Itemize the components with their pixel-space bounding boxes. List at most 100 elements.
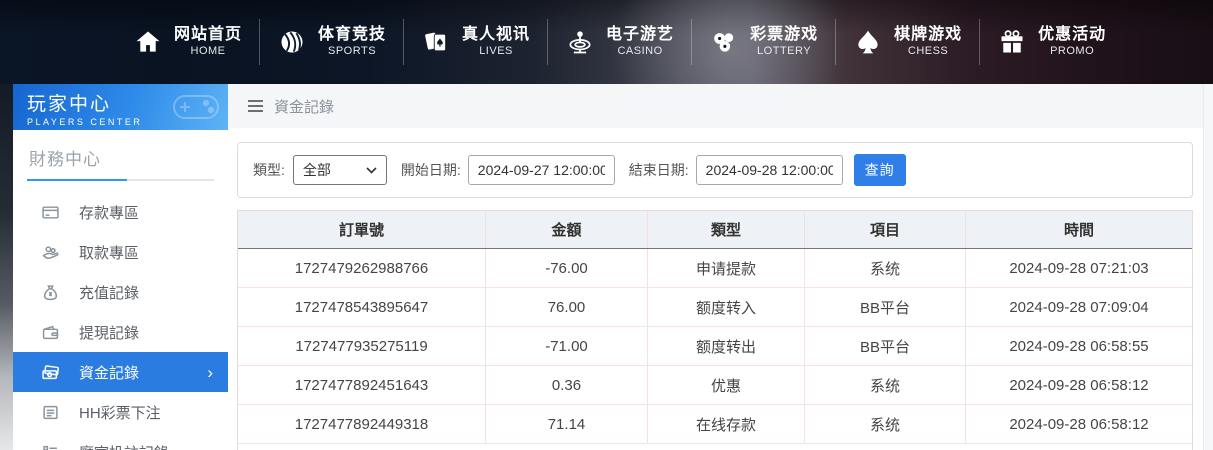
sidebar-item-label: 提現記錄 bbox=[79, 324, 140, 342]
document-list-icon bbox=[41, 403, 59, 421]
sidebar-item-recharge-record[interactable]: 充值記錄 bbox=[13, 272, 228, 312]
type-select[interactable]: 全部 bbox=[292, 155, 387, 185]
nav-label-en: LOTTERY bbox=[757, 45, 812, 58]
gamepad-icon bbox=[170, 88, 222, 130]
cell-item: 系统 bbox=[805, 405, 966, 444]
sidebar-item-withdraw-zone[interactable]: 取款專區 bbox=[13, 232, 228, 272]
funds-record-page: 网站首页 HOME 体育竞技 SPORTS 真人视讯 LIVES 电子游艺 CA… bbox=[0, 0, 1213, 450]
cell-item: BB平台 bbox=[805, 327, 966, 366]
nav-label-en: LIVES bbox=[479, 45, 513, 58]
cell-order-no: 1727478543895647 bbox=[238, 288, 486, 327]
cell-time: 2024-09-28 07:21:03 bbox=[966, 249, 1192, 288]
sidebar-section-title: 財務中心 bbox=[29, 150, 101, 169]
sidebar-item-funds-record[interactable]: 資金記錄 › bbox=[13, 352, 228, 392]
breadcrumb: 資金記錄 bbox=[228, 84, 1213, 128]
sidebar-header: 玩家中心 PLAYERS CENTER bbox=[13, 84, 228, 130]
sidebar-item-room-bet-record[interactable]: 廳室投註記錄 bbox=[13, 432, 228, 450]
cell-order-no: 1727477935275119 bbox=[238, 327, 486, 366]
cell-amount: -71.00 bbox=[486, 327, 648, 366]
column-header-time: 時間 bbox=[1063, 222, 1094, 239]
search-button[interactable]: 查詢 bbox=[853, 154, 906, 186]
banknotes-icon bbox=[41, 363, 59, 381]
wallet-icon bbox=[41, 323, 59, 341]
cell-amount: 71.14 bbox=[486, 405, 648, 444]
nav-label-zh: 电子游艺 bbox=[606, 26, 675, 44]
table-row: 1727477892451643 0.36 优惠 系统 2024-09-28 0… bbox=[238, 366, 1192, 405]
table-row: 1727478543895647 76.00 额度转入 BB平台 2024-09… bbox=[238, 288, 1192, 327]
column-header-type: 類型 bbox=[648, 211, 805, 248]
sidebar-item-hh-lottery-bets[interactable]: HH彩票下注 bbox=[13, 392, 228, 432]
type-label: 類型: bbox=[253, 162, 285, 178]
nav-item-sports[interactable]: 体育竞技 SPORTS bbox=[260, 19, 405, 65]
gift-icon bbox=[997, 27, 1027, 57]
nav-label-zh: 网站首页 bbox=[174, 26, 243, 44]
nav-label-en: HOME bbox=[190, 45, 226, 58]
cell-order-no: 1727479262988766 bbox=[238, 249, 486, 288]
cell-type: 申请提款 bbox=[648, 249, 805, 288]
page-title: 資金記錄 bbox=[274, 98, 335, 116]
table-row: 1727477892449318 71.14 在线存款 系统 2024-09-2… bbox=[238, 405, 1192, 444]
nav-label-zh: 优惠活动 bbox=[1038, 26, 1107, 44]
sidebar-item-label: HH彩票下注 bbox=[79, 404, 161, 422]
nav-label-en: PROMO bbox=[1050, 45, 1095, 58]
page-background-strip bbox=[0, 84, 13, 450]
nav-item-promo[interactable]: 优惠活动 PROMO bbox=[980, 19, 1123, 65]
sidebar-item-label: 存款專區 bbox=[79, 204, 140, 222]
start-date-label: 開始日期: bbox=[400, 162, 461, 178]
cell-amount: 76.00 bbox=[486, 288, 648, 327]
cell-order-no: 1727477892451643 bbox=[238, 366, 486, 405]
scrollbar[interactable] bbox=[1203, 84, 1213, 450]
sidebar-item-deposit-zone[interactable]: 存款專區 bbox=[13, 192, 228, 232]
cell-amount: 0.36 bbox=[486, 366, 648, 405]
cell-time: 2024-09-28 07:09:04 bbox=[966, 288, 1192, 327]
sidebar-item-label: 資金記錄 bbox=[79, 364, 140, 382]
lottery-balls-icon bbox=[709, 27, 739, 57]
chevron-down-icon bbox=[366, 166, 377, 174]
nav-label-zh: 体育竞技 bbox=[318, 26, 387, 44]
table-row: 1727479262988766 -76.00 申请提款 系统 2024-09-… bbox=[238, 249, 1192, 288]
end-date-input[interactable] bbox=[695, 155, 843, 185]
sidebar-item-label: 取款專區 bbox=[79, 244, 140, 262]
sidebar-item-withdraw-record[interactable]: 提現記錄 bbox=[13, 312, 228, 352]
chevron-right-icon: › bbox=[207, 362, 213, 382]
sidebar-menu: 存款專區 取款專區 充值記錄 提現記錄 資金記錄 › HH彩票下注 bbox=[13, 192, 228, 450]
nav-item-lives[interactable]: 真人视讯 LIVES bbox=[404, 19, 549, 65]
sidebar-players-center: 玩家中心 PLAYERS CENTER 財務中心 存款專區 取款專區 充值記錄 … bbox=[13, 84, 228, 450]
nav-item-casino[interactable]: 电子游艺 CASINO bbox=[548, 19, 693, 65]
table-header-row: 訂單號 金額 類型 項目 時間 bbox=[238, 211, 1192, 249]
sidebar-item-label: 廳室投註記錄 bbox=[79, 442, 169, 450]
cell-item: 系统 bbox=[805, 366, 966, 405]
cell-time: 2024-09-28 06:58:12 bbox=[966, 366, 1192, 405]
sports-ball-icon bbox=[277, 27, 307, 57]
table-row: 1727477935275119 -71.00 额度转出 BB平台 2024-0… bbox=[238, 327, 1192, 366]
nav-label-en: CHESS bbox=[907, 45, 949, 58]
sidebar-item-label: 充值記錄 bbox=[79, 284, 140, 302]
nav-label-en: CASINO bbox=[617, 45, 663, 58]
nav-item-home[interactable]: 网站首页 HOME bbox=[116, 19, 261, 65]
detail-list-icon bbox=[41, 443, 59, 450]
menu-toggle-icon[interactable] bbox=[248, 100, 263, 112]
cell-time: 2024-09-28 06:58:12 bbox=[966, 405, 1192, 444]
main-content: 資金記錄 類型: 全部 開始日期: 結束日期: 查詢 訂單號 金額 類型 項目 … bbox=[228, 84, 1213, 450]
hand-coins-icon bbox=[41, 243, 59, 261]
cell-type: 优惠 bbox=[648, 366, 805, 405]
credit-card-icon bbox=[41, 203, 59, 221]
cell-item: BB平台 bbox=[805, 288, 966, 327]
cell-type: 在线存款 bbox=[648, 405, 805, 444]
funds-record-table: 訂單號 金額 類型 項目 時間 1727479262988766 -76.00 … bbox=[237, 210, 1193, 450]
nav-label-zh: 棋牌游戏 bbox=[894, 26, 963, 44]
home-icon bbox=[133, 27, 163, 57]
playing-cards-icon bbox=[421, 27, 451, 57]
filter-panel: 類型: 全部 開始日期: 結束日期: 查詢 bbox=[237, 142, 1193, 198]
nav-item-chess[interactable]: 棋牌游戏 CHESS bbox=[836, 19, 981, 65]
nav-item-lottery[interactable]: 彩票游戏 LOTTERY bbox=[692, 19, 837, 65]
spade-icon bbox=[853, 27, 883, 57]
roulette-icon bbox=[565, 27, 595, 57]
cell-time: 2024-09-28 06:58:55 bbox=[966, 327, 1192, 366]
cell-order-no: 1727477892449318 bbox=[238, 405, 486, 444]
column-header-item: 項目 bbox=[805, 211, 966, 248]
end-date-label: 結束日期: bbox=[628, 162, 689, 178]
start-date-input[interactable] bbox=[467, 155, 615, 185]
nav-label-zh: 彩票游戏 bbox=[750, 26, 819, 44]
nav-label-zh: 真人视讯 bbox=[462, 26, 531, 44]
